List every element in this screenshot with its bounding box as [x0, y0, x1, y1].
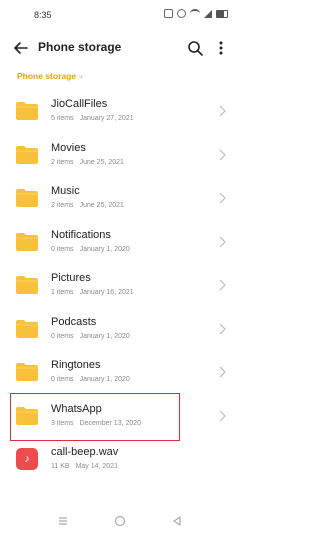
status-icons [164, 9, 228, 18]
chevron-right-icon [219, 366, 226, 378]
item-count: 5 items [51, 115, 74, 122]
item-date: June 25, 2021 [79, 158, 124, 166]
chevron-right-icon [219, 410, 226, 421]
item-date: June 25, 2021 [79, 202, 124, 209]
folder-icon [16, 363, 38, 381]
item-count: 0 items [51, 332, 74, 340]
item-name: Pictures [51, 272, 91, 284]
system-nav-bar [0, 508, 240, 534]
item-date: January 16, 2021 [79, 289, 134, 296]
item-count: 2 items [51, 158, 74, 166]
list-item[interactable]: Notifications 0 items January 1, 2020 [0, 222, 240, 266]
item-meta: 0 items January 1, 2020 [51, 376, 130, 383]
more-options-icon[interactable] [216, 39, 226, 57]
breadcrumb-label: Phone storage [17, 71, 77, 81]
chevron-right-icon: › [80, 71, 83, 81]
battery-icon [216, 9, 228, 18]
chevron-right-icon [219, 236, 226, 247]
item-name: Music [51, 185, 80, 197]
search-icon[interactable] [186, 39, 204, 57]
item-meta: 0 items January 1, 2020 [51, 333, 130, 340]
list-item[interactable]: Podcasts 0 items January 1, 2020 [0, 309, 240, 353]
item-meta: 5 items January 27, 2021 [51, 115, 134, 122]
back-nav-icon[interactable] [170, 514, 184, 528]
item-name: Ringtones [51, 359, 101, 371]
item-date: January 1, 2020 [79, 376, 130, 383]
folder-icon [16, 145, 38, 164]
home-icon[interactable] [113, 514, 127, 528]
signal-icon [204, 9, 212, 18]
item-meta: 2 items June 25, 2021 [51, 159, 124, 166]
back-arrow-icon[interactable] [12, 39, 30, 57]
item-count: 0 items [51, 376, 74, 383]
folder-icon [16, 102, 38, 120]
breadcrumb[interactable]: Phone storage › [17, 71, 83, 81]
item-meta: 2 items June 25, 2021 [51, 202, 124, 209]
recents-icon[interactable] [56, 514, 70, 528]
item-name: JioCallFiles [51, 98, 108, 110]
folder-icon [16, 189, 38, 207]
item-count: 1 items [51, 289, 74, 296]
dnd-icon [177, 9, 186, 18]
chevron-right-icon [219, 323, 226, 334]
item-date: May 14, 2021 [75, 463, 118, 470]
item-meta: 0 items January 1, 2020 [51, 246, 130, 253]
item-date: January 27, 2021 [79, 115, 134, 122]
item-count: 0 items [51, 245, 74, 253]
audio-file-icon: ♪ [16, 448, 38, 470]
page-title: Phone storage [38, 40, 122, 54]
item-date: January 1, 2020 [79, 245, 130, 253]
folder-icon [16, 232, 38, 251]
item-name: Notifications [51, 228, 111, 241]
item-count: 2 items [51, 202, 74, 209]
status-time: 8:35 [34, 10, 52, 20]
notification-icon [164, 9, 173, 18]
item-name: Movies [51, 141, 86, 154]
list-item[interactable]: Movies 2 items June 25, 2021 [0, 135, 240, 179]
list-item[interactable]: Ringtones 0 items January 1, 2020 [0, 352, 240, 396]
status-bar: 8:35 [0, 0, 240, 30]
wifi-icon [190, 9, 200, 18]
folder-icon [16, 276, 38, 294]
list-item[interactable]: Pictures 1 items January 16, 2021 [0, 265, 240, 309]
chevron-right-icon [219, 279, 226, 291]
item-date: January 1, 2020 [79, 332, 130, 340]
item-meta: 11 KB May 14, 2021 [51, 463, 118, 470]
chevron-right-icon [219, 192, 226, 204]
item-name: Podcasts [51, 315, 97, 328]
list-item[interactable]: Music 2 items June 25, 2021 [0, 178, 240, 222]
chevron-right-icon [219, 149, 226, 160]
highlight-box [10, 393, 180, 441]
item-meta: 1 items January 16, 2021 [51, 289, 134, 296]
item-size: 11 KB [51, 463, 70, 470]
list-item[interactable]: ♪ call-beep.wav 11 KB May 14, 2021 [0, 439, 240, 483]
list-item[interactable]: JioCallFiles 5 items January 27, 2021 [0, 91, 240, 135]
folder-icon [16, 319, 38, 338]
item-name: call-beep.wav [51, 446, 119, 458]
chevron-right-icon [219, 105, 226, 117]
app-bar: Phone storage [0, 30, 240, 66]
